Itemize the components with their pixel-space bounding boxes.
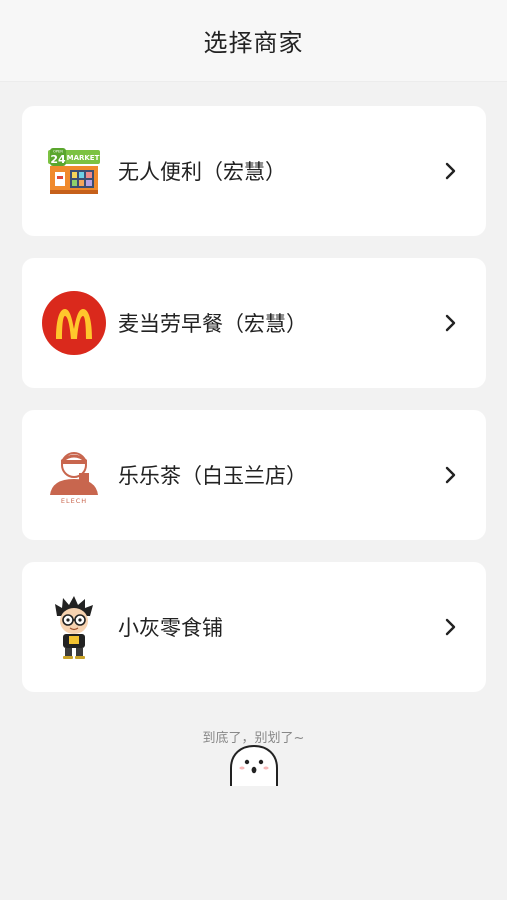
page-header: 选择商家 — [0, 0, 507, 82]
mcdonalds-logo-icon — [42, 291, 106, 355]
chevron-right-icon — [445, 466, 456, 484]
merchant-name: 无人便利（宏慧） — [118, 160, 286, 184]
merchant-card-unmanned-store[interactable]: 24 OPEN MARKET 无人便利（宏慧） — [22, 106, 486, 236]
market-logo-subtext: MARKET — [67, 154, 100, 162]
chevron-right-icon — [445, 314, 456, 332]
market-open-tag: OPEN — [53, 150, 63, 154]
ghost-mascot-icon — [230, 744, 278, 786]
chevron-right-icon — [445, 618, 456, 636]
merchant-name: 乐乐茶（白玉兰店） — [118, 464, 307, 488]
merchant-name: 麦当劳早餐（宏慧） — [118, 312, 307, 336]
merchant-card-mcdonalds[interactable]: 麦当劳早餐（宏慧） — [22, 258, 486, 388]
lelecha-logo-icon: ELECH — [42, 443, 106, 507]
market-24-logo-text: 24 — [50, 153, 66, 166]
merchant-card-lelecha[interactable]: ELECH 乐乐茶（白玉兰店） — [22, 410, 486, 540]
chevron-right-icon — [445, 162, 456, 180]
merchant-name: 小灰零食铺 — [118, 616, 223, 640]
page-title: 选择商家 — [203, 29, 304, 57]
merchant-card-xiaohui-snacks[interactable]: 小灰零食铺 — [22, 562, 486, 692]
cartoon-boy-avatar-icon — [42, 595, 106, 659]
lelecha-logo-text: ELECH — [61, 497, 87, 505]
market-24-store-icon: 24 OPEN MARKET — [42, 139, 106, 203]
